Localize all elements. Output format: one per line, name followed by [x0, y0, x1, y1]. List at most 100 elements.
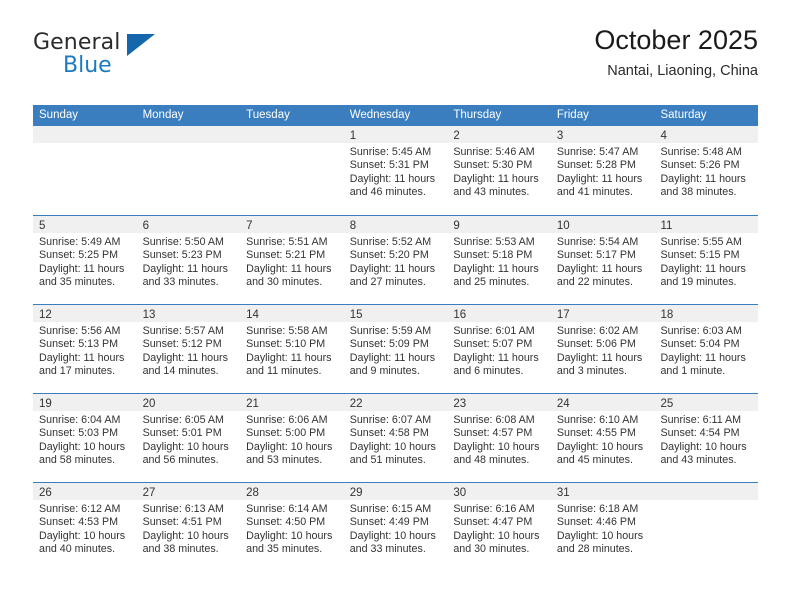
day-number: 13 — [142, 309, 156, 321]
day-number: 18 — [660, 309, 674, 321]
day-cell[interactable]: 6 Sunrise: 5:50 AM Sunset: 5:23 PM Daylight… — [136, 216, 241, 304]
daylight-text: Daylight: 11 hours and 38 minutes. — [660, 172, 746, 199]
logo-text-blue: Blue — [63, 53, 112, 78]
day-cell[interactable]: 19 Sunrise: 6:04 AM Sunset: 5:03 PM Dayligh… — [33, 394, 137, 482]
sunset-text: Sunset: 5:12 PM — [142, 338, 222, 351]
day-cell[interactable]: 4 Sunrise: 5:48 AM Sunset: 5:26 PM Daylight… — [654, 126, 759, 215]
day-cell[interactable]: 2 Sunrise: 5:46 AM Sunset: 5:30 PM Daylight… — [447, 126, 551, 215]
day-number-band — [136, 126, 241, 143]
day-cell[interactable]: 14 Sunrise: 5:58 AM Sunset: 5:10 PM Dayligh… — [240, 305, 344, 393]
sunrise-text: Sunrise: 6:14 AM — [246, 503, 328, 515]
sunrise-text: Sunrise: 6:10 AM — [556, 414, 639, 426]
day-cell[interactable]: 29 Sunrise: 6:15 AM Sunset: 4:49 PM Dayligh… — [343, 483, 448, 571]
day-sun-info: Sunrise: 6:11 AM Sunset: 4:54 PM Daylight:… — [654, 411, 758, 468]
logo-text-general: General — [33, 30, 121, 55]
day-cell[interactable]: 7 Sunrise: 5:51 AM Sunset: 5:21 PM Daylight… — [240, 216, 344, 304]
day-number-band: 16 — [447, 305, 551, 322]
day-cell[interactable]: 13 Sunrise: 5:57 AM Sunset: 5:12 PM Dayligh… — [136, 305, 241, 393]
day-number: 16 — [453, 309, 467, 321]
day-cell[interactable]: 27 Sunrise: 6:13 AM Sunset: 4:51 PM Dayligh… — [136, 483, 241, 571]
sunrise-text: Sunrise: 5:47 AM — [556, 146, 639, 158]
day-cell[interactable]: 9 Sunrise: 5:53 AM Sunset: 5:18 PM Daylight… — [447, 216, 551, 304]
day-number-band: 4 — [654, 126, 759, 143]
daylight-text: Daylight: 10 hours and 51 minutes. — [349, 440, 436, 467]
day-cell[interactable]: 24 Sunrise: 6:10 AM Sunset: 4:55 PM Dayligh… — [550, 394, 655, 482]
sunset-text: Sunset: 4:47 PM — [453, 516, 533, 529]
day-cell[interactable]: 21 Sunrise: 6:06 AM Sunset: 5:00 PM Dayligh… — [240, 394, 344, 482]
day-cell[interactable]: 20 Sunrise: 6:05 AM Sunset: 5:01 PM Dayligh… — [136, 394, 241, 482]
day-cell[interactable]: 25 Sunrise: 6:11 AM Sunset: 4:54 PM Dayligh… — [654, 394, 759, 482]
daylight-text: Daylight: 11 hours and 27 minutes. — [349, 262, 436, 289]
day-number: 8 — [349, 220, 357, 232]
day-cell[interactable]: 11 Sunrise: 5:55 AM Sunset: 5:15 PM Dayligh… — [654, 216, 759, 304]
daylight-text: Daylight: 10 hours and 56 minutes. — [142, 440, 229, 467]
calendar-week-row: 1 Sunrise: 5:45 AM Sunset: 5:31 PM Daylight… — [33, 126, 759, 215]
sunrise-text: Sunrise: 5:45 AM — [349, 146, 432, 158]
day-sun-info: Sunrise: 5:59 AM Sunset: 5:09 PM Daylight:… — [344, 322, 448, 379]
day-number-band: 9 — [447, 216, 551, 233]
weekday-header-wednesday: Wednesday — [349, 109, 411, 121]
day-number: 17 — [556, 309, 570, 321]
day-number-band: 23 — [447, 394, 551, 411]
calendar-week-row: 5 Sunrise: 5:49 AM Sunset: 5:25 PM Daylight… — [33, 215, 759, 304]
day-number: 31 — [556, 487, 570, 499]
day-number-band: 17 — [550, 305, 655, 322]
day-cell[interactable]: 28 Sunrise: 6:14 AM Sunset: 4:50 PM Dayligh… — [240, 483, 344, 571]
day-cell[interactable]: 10 Sunrise: 5:54 AM Sunset: 5:17 PM Dayligh… — [550, 216, 655, 304]
sunset-text: Sunset: 5:26 PM — [660, 159, 740, 172]
calendar-grid: Sunday Monday Tuesday Wednesday Thursday… — [33, 105, 759, 571]
day-number: 27 — [142, 487, 156, 499]
day-cell[interactable]: 12 Sunrise: 5:56 AM Sunset: 5:13 PM Dayligh… — [33, 305, 137, 393]
day-cell[interactable]: 26 Sunrise: 6:12 AM Sunset: 4:53 PM Dayligh… — [33, 483, 137, 571]
day-cell[interactable]: 18 Sunrise: 6:03 AM Sunset: 5:04 PM Dayligh… — [654, 305, 759, 393]
page-title: October 2025 — [594, 25, 758, 55]
calendar-week-row: 26 Sunrise: 6:12 AM Sunset: 4:53 PM Dayligh… — [33, 482, 759, 571]
day-cell[interactable]: 1 Sunrise: 5:45 AM Sunset: 5:31 PM Daylight… — [343, 126, 448, 215]
day-cell[interactable]: 15 Sunrise: 5:59 AM Sunset: 5:09 PM Dayligh… — [343, 305, 448, 393]
calendar-week-row: 12 Sunrise: 5:56 AM Sunset: 5:13 PM Dayligh… — [33, 304, 759, 393]
sunrise-text: Sunrise: 5:52 AM — [349, 236, 432, 248]
day-number-band: 29 — [343, 483, 448, 500]
sunset-text: Sunset: 4:49 PM — [349, 516, 429, 529]
day-cell[interactable]: 31 Sunrise: 6:18 AM Sunset: 4:46 PM Dayligh… — [550, 483, 655, 571]
day-sun-info: Sunrise: 6:14 AM Sunset: 4:50 PM Daylight:… — [240, 500, 344, 557]
day-sun-info: Sunrise: 6:18 AM Sunset: 4:46 PM Daylight:… — [551, 500, 655, 557]
day-cell[interactable]: 17 Sunrise: 6:02 AM Sunset: 5:06 PM Dayligh… — [550, 305, 655, 393]
sunset-text: Sunset: 5:15 PM — [660, 249, 740, 262]
day-number-band: 7 — [240, 216, 344, 233]
day-number-band: 10 — [550, 216, 655, 233]
sunset-text: Sunset: 5:21 PM — [246, 249, 326, 262]
day-cell[interactable]: 8 Sunrise: 5:52 AM Sunset: 5:20 PM Daylight… — [343, 216, 448, 304]
day-number-band: 5 — [33, 216, 137, 233]
sunset-text: Sunset: 5:18 PM — [453, 249, 533, 262]
sunset-text: Sunset: 5:00 PM — [246, 427, 326, 440]
day-cell[interactable]: 3 Sunrise: 5:47 AM Sunset: 5:28 PM Daylight… — [550, 126, 655, 215]
day-number: 2 — [453, 130, 460, 142]
daylight-text: Daylight: 10 hours and 40 minutes. — [39, 529, 126, 556]
sunrise-text: Sunrise: 5:48 AM — [660, 146, 742, 158]
day-number: 7 — [246, 220, 253, 232]
day-number-band — [33, 126, 137, 143]
day-cell[interactable]: 16 Sunrise: 6:01 AM Sunset: 5:07 PM Dayligh… — [447, 305, 551, 393]
sunset-text: Sunset: 5:03 PM — [39, 427, 119, 440]
day-number: 26 — [39, 487, 52, 499]
weekday-header-saturday: Saturday — [660, 109, 707, 121]
day-cell[interactable]: 22 Sunrise: 6:07 AM Sunset: 4:58 PM Dayligh… — [343, 394, 448, 482]
day-cell[interactable]: 30 Sunrise: 6:16 AM Sunset: 4:47 PM Dayligh… — [447, 483, 551, 571]
day-cell-empty — [33, 126, 137, 215]
sunset-text: Sunset: 5:30 PM — [453, 159, 533, 172]
sunset-text: Sunset: 5:25 PM — [39, 249, 119, 262]
day-number: 1 — [349, 130, 357, 142]
sunset-text: Sunset: 4:50 PM — [246, 516, 326, 529]
sunrise-text: Sunrise: 6:11 AM — [660, 414, 742, 426]
sunset-text: Sunset: 5:13 PM — [39, 338, 119, 351]
day-cell-empty — [654, 483, 759, 571]
day-number-band: 6 — [136, 216, 241, 233]
daylight-text: Daylight: 11 hours and 6 minutes. — [453, 351, 539, 378]
weekday-header-row: Sunday Monday Tuesday Wednesday Thursday… — [33, 105, 758, 126]
day-number: 14 — [246, 309, 259, 321]
general-blue-logo[interactable]: General Blue — [33, 30, 183, 88]
day-cell[interactable]: 23 Sunrise: 6:08 AM Sunset: 4:57 PM Dayligh… — [447, 394, 551, 482]
day-sun-info: Sunrise: 6:02 AM Sunset: 5:06 PM Daylight:… — [551, 322, 655, 379]
day-cell[interactable]: 5 Sunrise: 5:49 AM Sunset: 5:25 PM Daylight… — [33, 216, 137, 304]
